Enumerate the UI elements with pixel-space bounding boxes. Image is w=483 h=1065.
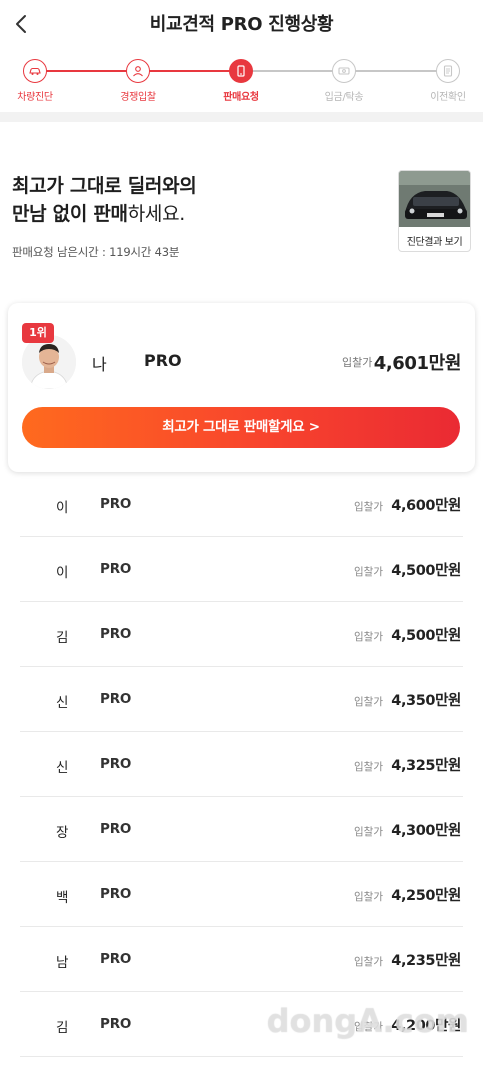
step-competitive-bidding: 경쟁입찰 bbox=[103, 56, 173, 103]
bid-value: 4,500만원 bbox=[391, 563, 461, 579]
list-item[interactable]: 이 PRO 입찰가 4,600만원 bbox=[20, 472, 463, 537]
bidder-list: 이 PRO 입찰가 4,600만원 이 PRO 입찰가 4,500만원 김 PR… bbox=[20, 472, 463, 1057]
step-label: 이전확인 bbox=[430, 92, 466, 103]
step-transfer-confirm: 이전확인 bbox=[413, 56, 483, 103]
pro-label: PRO bbox=[100, 951, 132, 967]
bid-label: 입찰가 bbox=[354, 696, 383, 708]
list-item[interactable]: 남 PRO 입찰가 4,235만원 bbox=[20, 927, 463, 992]
bidder-name: 이 bbox=[56, 500, 69, 516]
bid-label: 입찰가 bbox=[354, 891, 383, 903]
bid-label: 입찰가 bbox=[354, 956, 383, 968]
avatar bbox=[22, 335, 76, 389]
bid-label: 입찰가 bbox=[354, 761, 383, 773]
bid-label: 입찰가 bbox=[354, 631, 383, 643]
list-item[interactable]: 백 PRO 입찰가 4,250만원 bbox=[20, 862, 463, 927]
bidder-name: 이 bbox=[56, 565, 69, 581]
bid-label: 입찰가 bbox=[342, 356, 373, 369]
pro-label: PRO bbox=[100, 496, 132, 512]
step-label: 판매요청 bbox=[223, 92, 259, 103]
bidder-name: 장 bbox=[56, 825, 69, 841]
bid-value: 4,325만원 bbox=[391, 758, 461, 774]
pro-label: PRO bbox=[100, 821, 132, 837]
step-vehicle-diagnosis: 차량진단 bbox=[0, 56, 70, 103]
bidder-name: 김 bbox=[56, 1020, 69, 1036]
bidder-name: 남 bbox=[56, 955, 69, 971]
bid-value: 4,500만원 bbox=[391, 628, 461, 644]
hero-line2-bold: 만남 없이 판매 bbox=[12, 203, 128, 225]
header: 비교견적 PRO 진행상황 bbox=[0, 0, 483, 48]
step-label: 경쟁입찰 bbox=[120, 92, 156, 103]
car-icon bbox=[23, 59, 47, 83]
document-icon bbox=[436, 59, 460, 83]
list-item[interactable]: 김 PRO 입찰가 4,500만원 bbox=[20, 602, 463, 667]
bid-value: 4,600만원 bbox=[391, 498, 461, 514]
bidder-name: 나 bbox=[92, 355, 107, 374]
list-item[interactable]: 신 PRO 입찰가 4,325만원 bbox=[20, 732, 463, 797]
watermark: dongA.com bbox=[266, 1002, 469, 1040]
phone-icon bbox=[229, 59, 253, 83]
list-item[interactable]: 장 PRO 입찰가 4,300만원 bbox=[20, 797, 463, 862]
pro-label: PRO bbox=[100, 626, 132, 642]
diagnosis-result-button[interactable]: 진단결과 보기 bbox=[398, 170, 471, 252]
pro-label: PRO bbox=[100, 1016, 132, 1032]
step-payment-delivery: 입금/탁송 bbox=[309, 56, 379, 103]
progress-stepper: 차량진단 경쟁입찰 판매요청 입금/탁송 이전확인 bbox=[0, 56, 483, 106]
pro-label: PRO bbox=[100, 886, 132, 902]
bid-value: 4,350만원 bbox=[391, 693, 461, 709]
money-icon bbox=[332, 59, 356, 83]
bid-label: 입찰가 bbox=[354, 566, 383, 578]
list-item[interactable]: 신 PRO 입찰가 4,350만원 bbox=[20, 667, 463, 732]
pro-label: PRO bbox=[100, 756, 132, 772]
bid-value: 4,250만원 bbox=[391, 888, 461, 904]
list-item[interactable]: 이 PRO 입찰가 4,500만원 bbox=[20, 537, 463, 602]
bid-label: 입찰가 bbox=[354, 501, 383, 513]
hero-line2-rest: 하세요. bbox=[127, 203, 186, 225]
rank-badge: 1위 bbox=[22, 323, 54, 343]
bid-value: 4,601만원 bbox=[373, 353, 462, 374]
sell-at-highest-price-button[interactable]: 최고가 그대로 판매할게요 > bbox=[22, 407, 460, 448]
car-photo bbox=[399, 171, 470, 227]
diagnosis-label: 진단결과 보기 bbox=[406, 237, 463, 248]
people-icon bbox=[126, 59, 150, 83]
step-label: 입금/탁송 bbox=[324, 92, 364, 103]
hero-line1: 최고가 그대로 딜러와의 bbox=[12, 175, 197, 197]
pro-label: PRO bbox=[100, 691, 132, 707]
pro-label: PRO bbox=[144, 351, 182, 370]
hero-headline: 최고가 그대로 딜러와의 만남 없이 판매하세요. bbox=[12, 172, 197, 228]
step-sale-request: 판매요청 bbox=[206, 56, 276, 103]
step-label: 차량진단 bbox=[17, 92, 53, 103]
bidder-name: 신 bbox=[56, 695, 69, 711]
top-bidder-card: 1위 나 PRO 입찰가 4,601만원 최고가 그대로 판매할게요 > bbox=[8, 303, 475, 472]
bid-value: 4,300만원 bbox=[391, 823, 461, 839]
bidder-name: 신 bbox=[56, 760, 69, 776]
bid-label: 입찰가 bbox=[354, 826, 383, 838]
pro-label: PRO bbox=[100, 561, 132, 577]
remaining-time: 판매요청 남은시간 : 119시간 43분 bbox=[12, 245, 180, 259]
bidder-name: 김 bbox=[56, 630, 69, 646]
bidder-name: 백 bbox=[56, 890, 69, 906]
bid-value: 4,235만원 bbox=[391, 953, 461, 969]
page-title: 비교견적 PRO 진행상황 bbox=[149, 14, 334, 35]
section-divider bbox=[0, 112, 483, 122]
